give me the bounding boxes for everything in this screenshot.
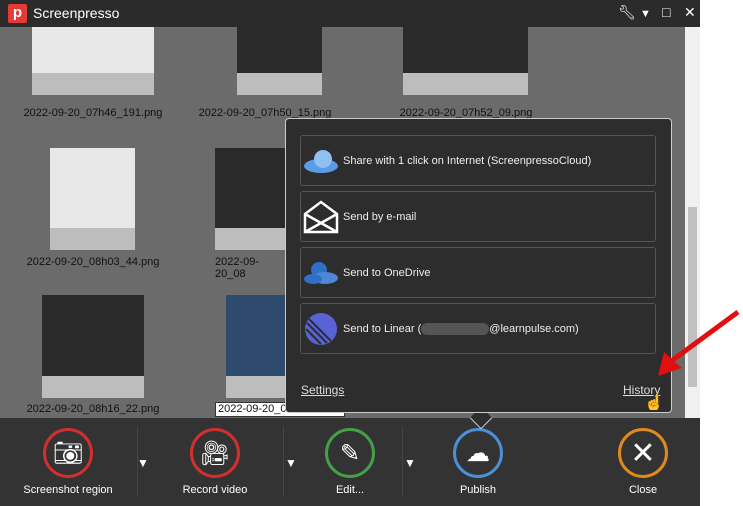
share-cloud-item[interactable]: Share with 1 click on Internet (Screenpr… <box>300 135 656 186</box>
record-label: Record video <box>182 484 248 496</box>
edit-label: Edit... <box>335 484 365 496</box>
app-title: Screenpresso <box>33 5 120 21</box>
linear-icon <box>305 312 337 345</box>
item-label-suffix: @learnpulse.com) <box>489 322 579 335</box>
publish-button[interactable]: ☁ Publish <box>418 428 538 496</box>
wrench-icon[interactable]: 🔧︎ <box>618 4 636 21</box>
divider <box>137 426 138 496</box>
thumbnail-label[interactable]: 2022-09-20_08h03_44.png <box>8 256 178 268</box>
edit-button[interactable]: ✎ Edit... <box>290 428 410 496</box>
send-email-item[interactable]: Send by e-mail <box>300 191 656 242</box>
send-linear-item[interactable]: Send to Linear ( @learnpulse.com) <box>300 303 656 354</box>
item-label: Send to Linear ( <box>343 322 422 335</box>
edit-dropdown-icon[interactable]: ▼ <box>404 456 416 470</box>
thumbnail[interactable] <box>42 295 144 398</box>
close-window-button[interactable]: ✕ <box>684 4 696 21</box>
thumbnail[interactable] <box>226 295 288 398</box>
maximize-button[interactable]: □ <box>662 4 670 20</box>
chevron-down-icon[interactable]: ▼ <box>640 8 651 20</box>
hand-cursor-icon: ☝ <box>644 393 664 410</box>
item-label: Share with 1 click on Internet (Screenpr… <box>343 154 592 167</box>
video-camera-icon: 🎥︎ <box>190 428 240 478</box>
screenshot-dropdown-icon[interactable]: ▼ <box>137 456 149 470</box>
settings-link[interactable]: Settings <box>301 383 344 397</box>
envelope-icon <box>303 199 339 233</box>
annotation-arrow-icon: ☝ <box>644 309 740 410</box>
thumbnail[interactable] <box>50 148 135 250</box>
close-x-icon: ✕ <box>618 428 668 478</box>
camera-icon: 📷︎ <box>43 428 93 478</box>
record-video-button[interactable]: 🎥︎ Record video <box>155 428 275 496</box>
publish-label: Publish <box>459 484 497 496</box>
screenshot-region-button[interactable]: 📷︎ Screenshot region <box>8 428 128 496</box>
divider <box>283 426 284 496</box>
pencil-ruler-icon: ✎ <box>325 428 375 478</box>
screenpresso-logo-icon: p <box>8 4 27 23</box>
thumbnail[interactable] <box>32 27 154 95</box>
bottom-toolbar: 📷︎ Screenshot region ▼ 🎥︎ Record video ▼ ✎… <box>0 418 700 506</box>
title-bar: p Screenpresso 🔧︎ ▼ □ ✕ <box>0 0 700 27</box>
cloud-icon <box>304 149 338 173</box>
thumbnail-label[interactable]: 2022-09-20_07h46_191.png <box>8 107 178 119</box>
thumbnail[interactable] <box>215 148 285 250</box>
divider <box>402 426 403 496</box>
onedrive-icon <box>304 261 338 284</box>
screenshot-label: Screenshot region <box>23 484 113 496</box>
redacted-email <box>421 322 490 335</box>
close-label: Close <box>628 484 658 496</box>
thumbnail[interactable] <box>403 27 528 95</box>
item-label: Send by e-mail <box>343 210 417 223</box>
thumbnail-label[interactable]: 2022-09-20_08 <box>215 256 285 280</box>
thumbnail[interactable] <box>237 27 322 95</box>
thumbnail-label[interactable]: 2022-09-20_08h16_22.png <box>8 403 178 415</box>
item-label: Send to OneDrive <box>343 266 431 279</box>
close-button[interactable]: ✕ Close <box>583 428 703 496</box>
publish-popup: Share with 1 click on Internet (Screenpr… <box>285 118 672 413</box>
send-onedrive-item[interactable]: Send to OneDrive <box>300 247 656 298</box>
cloud-upload-icon: ☁ <box>453 428 503 478</box>
